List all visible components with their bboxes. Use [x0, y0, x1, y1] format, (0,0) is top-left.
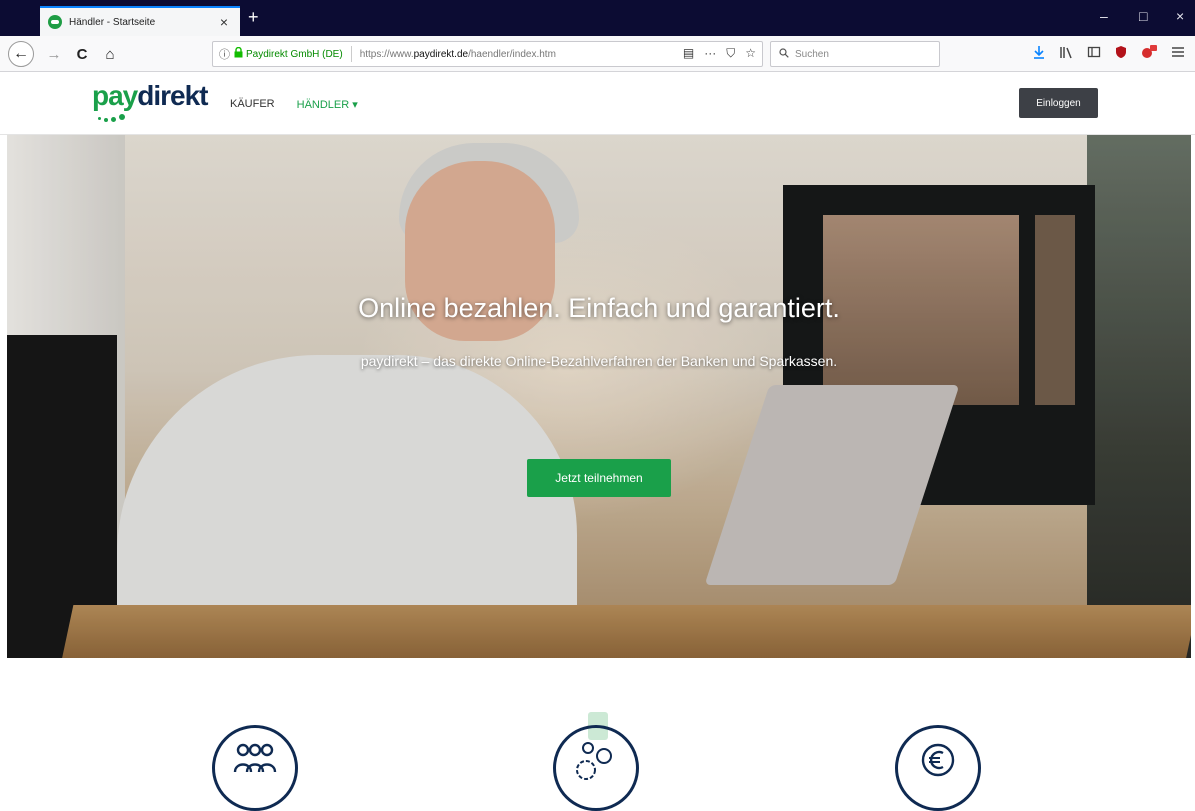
people-icon [231, 742, 279, 781]
url-host: paydirekt.de [413, 48, 469, 60]
ublock-icon[interactable] [1115, 45, 1127, 62]
url-separator [350, 46, 352, 62]
browser-tab-strip: Händler - Startseite × + – □ × [0, 0, 1195, 36]
gears-icon [572, 742, 620, 787]
toolbar-icons [1033, 45, 1185, 62]
feature-circle-gears [553, 725, 639, 811]
hero-subtitle: paydirekt – das direkte Online-Bezahlver… [360, 353, 838, 369]
join-now-button[interactable]: Jetzt teilnehmen [527, 459, 671, 497]
minimize-button[interactable]: – [1100, 8, 1108, 24]
home-button[interactable]: ⌂ [100, 43, 120, 65]
logo-dots-icon [98, 114, 132, 122]
page-actions-icon[interactable]: ··· [704, 46, 716, 61]
library-icon[interactable] [1059, 45, 1073, 62]
tab-title: Händler - Startseite [69, 16, 156, 28]
browser-tab-active[interactable]: Händler - Startseite × [40, 6, 240, 36]
download-icon[interactable] [1033, 45, 1045, 62]
euro-icon [920, 742, 956, 783]
site-identity[interactable]: Paydirekt GmbH (DE) [246, 49, 343, 60]
url-actions: ▤ ··· ⛉ ☆ [683, 46, 756, 61]
sidebar-icon[interactable] [1087, 45, 1101, 62]
site-header: paydirekt KÄUFER HÄNDLER ▾ Einloggen [0, 72, 1195, 135]
menu-icon[interactable] [1171, 45, 1185, 62]
tab-close-icon[interactable]: × [216, 14, 232, 30]
feature-circle-people [212, 725, 298, 811]
forward-button[interactable]: → [44, 43, 64, 65]
search-input[interactable]: Suchen [770, 41, 940, 67]
maximize-button[interactable]: □ [1139, 8, 1147, 24]
paydirekt-favicon-icon [48, 15, 62, 29]
url-bar[interactable]: ⓘ Paydirekt GmbH (DE) https://www. paydir… [212, 41, 763, 67]
back-button[interactable]: ← [8, 41, 34, 67]
feature-circle-euro [895, 725, 981, 811]
logo-direkt: direkt [137, 80, 208, 111]
extension-icon[interactable] [1141, 45, 1157, 62]
login-button[interactable]: Einloggen [1019, 88, 1098, 118]
hero-banner: Online bezahlen. Einfach und garantiert.… [7, 135, 1191, 658]
paydirekt-logo[interactable]: paydirekt [92, 80, 209, 124]
url-prefix: https://www. [359, 48, 414, 60]
search-placeholder: Suchen [795, 48, 829, 60]
pocket-icon[interactable]: ⛉ [726, 46, 735, 61]
site-info-icon[interactable]: ⓘ [219, 46, 230, 62]
search-icon [779, 47, 789, 61]
new-tab-button[interactable]: + [248, 8, 259, 26]
logo-pay: pay [92, 80, 138, 111]
browser-nav-bar: ← → C ⌂ ⓘ Paydirekt GmbH (DE) https://ww… [0, 36, 1195, 72]
url-path: /haendler/index.htm [468, 48, 556, 60]
hero-title: Online bezahlen. Einfach und garantiert. [358, 293, 840, 323]
lock-icon [234, 46, 243, 61]
nav-haendler[interactable]: HÄNDLER ▾ [297, 98, 358, 111]
close-window-button[interactable]: × [1176, 8, 1184, 24]
reload-button[interactable]: C [72, 43, 92, 65]
nav-kaeufer[interactable]: KÄUFER [230, 98, 275, 111]
bookmark-star-icon[interactable]: ☆ [745, 46, 756, 61]
reader-view-icon[interactable]: ▤ [683, 46, 694, 61]
main-nav: KÄUFER HÄNDLER ▾ [230, 98, 358, 111]
